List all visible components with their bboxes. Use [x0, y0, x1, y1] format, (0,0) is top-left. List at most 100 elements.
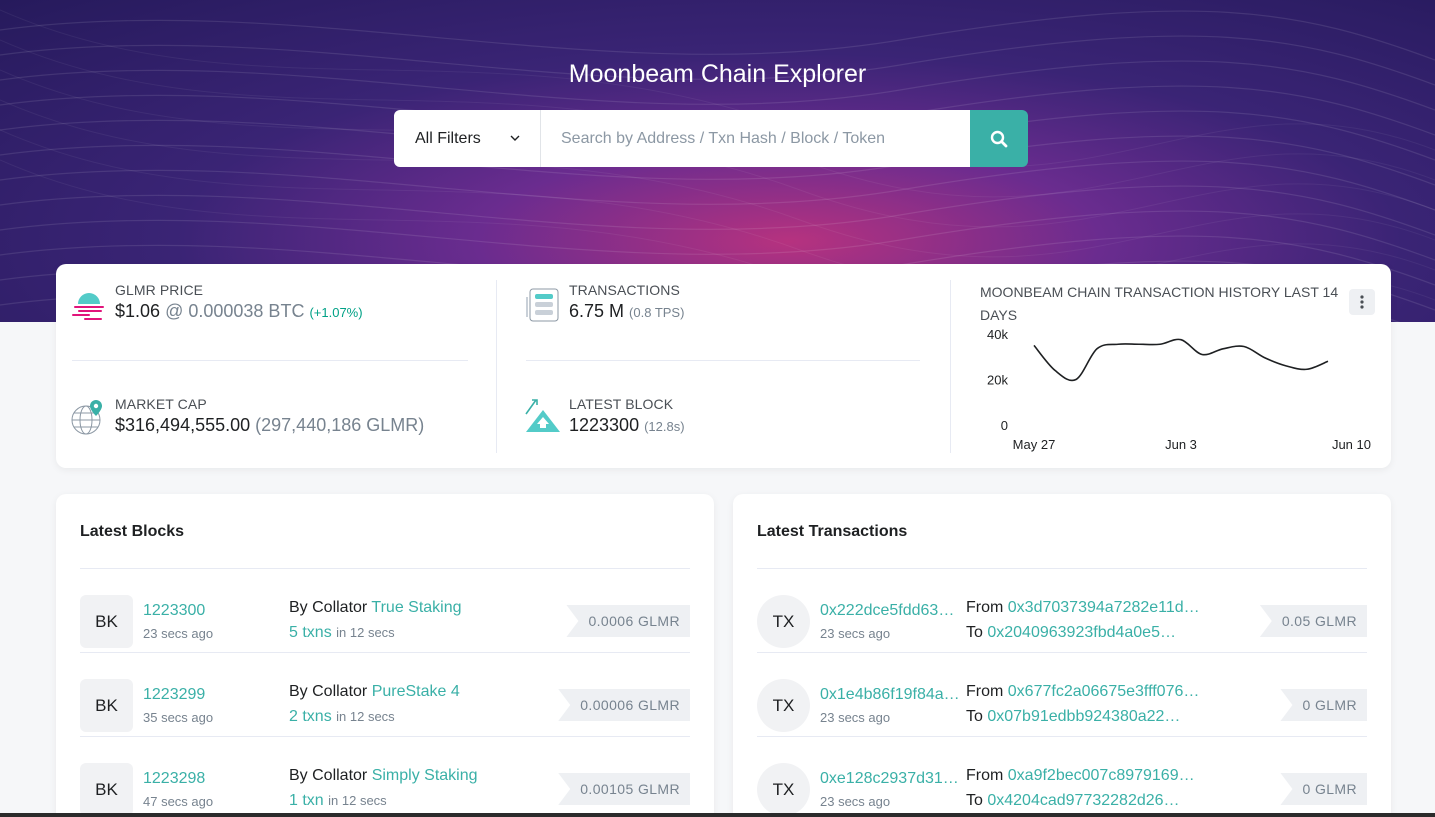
data-point	[1242, 345, 1246, 349]
x-tick-label: May 27	[1013, 437, 1056, 452]
filter-label: All Filters	[415, 129, 481, 147]
search-button[interactable]	[970, 110, 1028, 167]
y-tick-label: 0	[1001, 418, 1008, 433]
tx-to: To 0x07b91edbb924380a22…	[966, 708, 1180, 726]
latest-blocks-title: Latest Blocks	[80, 523, 185, 540]
tx-badge: TX	[757, 595, 810, 648]
page-title: Moonbeam Chain Explorer	[568, 60, 867, 88]
divider	[950, 280, 951, 453]
price-btc: 0.000038 BTC	[188, 301, 305, 321]
transactions-value: 6.75 M (0.8 TPS)	[569, 301, 684, 322]
block-number-link[interactable]: 1223299	[143, 686, 205, 704]
txns-link[interactable]: 2 txns	[289, 708, 332, 725]
transaction-row: TX 0xe128c2937d31… 23 secs ago From 0xa9…	[757, 737, 1367, 817]
block-collator: By Collator Simply Staking	[289, 767, 478, 785]
data-point	[1221, 347, 1225, 351]
tx-hash-link[interactable]: 0x222dce5fdd63…	[820, 602, 954, 620]
price-change: (+1.07%)	[309, 305, 363, 320]
stats-panel: GLMR PRICE $1.06 @ 0.000038 BTC (+1.07%)…	[56, 264, 1391, 468]
transactions-label: TRANSACTIONS	[569, 282, 680, 298]
block-collator: By Collator True Staking	[289, 599, 462, 617]
server-icon	[526, 288, 559, 322]
tx-to: To 0x4204cad97732282d26…	[966, 792, 1180, 810]
tx-age: 23 secs ago	[820, 794, 891, 809]
price-label: GLMR PRICE	[115, 282, 204, 298]
transactions-count: 6.75 M	[569, 301, 625, 321]
y-tick-label: 40k	[987, 327, 1008, 342]
data-point	[1095, 347, 1099, 351]
from-label: From	[966, 599, 1004, 616]
tx-value-badge: 0.05 GLMR	[1259, 605, 1367, 637]
txns-link[interactable]: 5 txns	[289, 624, 332, 641]
block-age: 23 secs ago	[143, 626, 214, 641]
txns-link[interactable]: 1 txn	[289, 792, 324, 809]
data-point	[1305, 367, 1309, 371]
latest-block-value: 1223300 (12.8s)	[569, 415, 685, 436]
from-address-link[interactable]: 0xa9f2bec007c8979169…	[1008, 767, 1195, 784]
tx-badge: TX	[757, 763, 810, 816]
from-address-link[interactable]: 0x3d7037394a7282e11d…	[1008, 599, 1200, 616]
block-reward-badge: 0.00105 GLMR	[558, 773, 690, 805]
latest-block-stat: LATEST BLOCK 1223300 (12.8s)	[569, 396, 685, 436]
market-cap-usd: $316,494,555.00	[115, 415, 251, 435]
tx-hash-link[interactable]: 0x1e4b86f19f84a…	[820, 686, 960, 704]
data-point	[1200, 352, 1204, 356]
collator-link[interactable]: True Staking	[371, 599, 461, 616]
to-address-link[interactable]: 0x4204cad97732282d26…	[987, 792, 1179, 809]
from-address-link[interactable]: 0x677fc2a06675e3fff076…	[1008, 683, 1200, 700]
price-at: @	[165, 301, 184, 321]
market-cap-value: $316,494,555.00 (297,440,186 GLMR)	[115, 415, 424, 436]
block-row: BK 1223300 23 secs ago By Collator True …	[80, 569, 690, 653]
tx-from: From 0x3d7037394a7282e11d…	[966, 599, 1200, 617]
latest-block-number: 1223300	[569, 415, 640, 435]
data-point	[1053, 368, 1057, 372]
globe-icon	[71, 400, 102, 435]
data-point	[1137, 342, 1141, 346]
block-age: 35 secs ago	[143, 710, 214, 725]
to-address-link[interactable]: 0x2040963923fbd4a0e5…	[987, 624, 1176, 641]
to-address-link[interactable]: 0x07b91edbb924380a22…	[987, 708, 1180, 725]
search-input[interactable]	[541, 110, 970, 167]
bottom-edge	[0, 813, 1435, 817]
tx-value-badge: 0 GLMR	[1280, 773, 1367, 805]
data-point	[1284, 364, 1288, 368]
collator-link[interactable]: Simply Staking	[372, 767, 478, 784]
collator-prefix: By Collator	[289, 683, 368, 700]
tx-age: 23 secs ago	[820, 626, 891, 641]
block-row: BK 1223299 35 secs ago By Collator PureS…	[80, 653, 690, 737]
block-duration: in 12 secs	[328, 793, 387, 808]
tx-age: 23 secs ago	[820, 710, 891, 725]
search-bar: All Filters	[394, 110, 1028, 167]
price-stat: GLMR PRICE $1.06 @ 0.000038 BTC (+1.07%)	[115, 282, 363, 322]
to-label: To	[966, 792, 983, 809]
filter-dropdown[interactable]: All Filters	[394, 110, 541, 167]
collator-prefix: By Collator	[289, 599, 368, 616]
block-txns: 2 txns in 12 secs	[289, 708, 395, 726]
tx-from: From 0x677fc2a06675e3fff076…	[966, 683, 1199, 701]
transactions-stat: TRANSACTIONS 6.75 M (0.8 TPS)	[569, 282, 684, 322]
latest-block-time: (12.8s)	[644, 419, 685, 434]
block-row: BK 1223298 47 secs ago By Collator Simpl…	[80, 737, 690, 817]
chevron-down-icon	[510, 135, 520, 141]
x-tick-label: Jun 10	[1332, 437, 1371, 452]
data-point	[1326, 359, 1330, 363]
chart-menu-button[interactable]	[1349, 289, 1375, 315]
collator-link[interactable]: PureStake 4	[372, 683, 460, 700]
collator-prefix: By Collator	[289, 767, 368, 784]
block-number-link[interactable]: 1223300	[143, 602, 205, 620]
block-badge: BK	[80, 763, 133, 816]
transactions-tps: (0.8 TPS)	[629, 305, 685, 320]
data-point	[1179, 338, 1183, 342]
data-point	[1263, 356, 1267, 360]
block-duration: in 12 secs	[336, 625, 395, 640]
block-badge: BK	[80, 679, 133, 732]
tx-hash-link[interactable]: 0xe128c2937d31…	[820, 770, 959, 788]
data-point	[1074, 378, 1078, 382]
latest-transactions-card: Latest Transactions TX 0x222dce5fdd63… 2…	[733, 494, 1391, 817]
tx-value-badge: 0 GLMR	[1280, 689, 1367, 721]
block-reward-badge: 0.0006 GLMR	[566, 605, 690, 637]
block-number-link[interactable]: 1223298	[143, 770, 205, 788]
latest-transactions-title: Latest Transactions	[757, 523, 908, 540]
divider	[526, 360, 920, 361]
transaction-row: TX 0x1e4b86f19f84a… 23 secs ago From 0x6…	[757, 653, 1367, 737]
